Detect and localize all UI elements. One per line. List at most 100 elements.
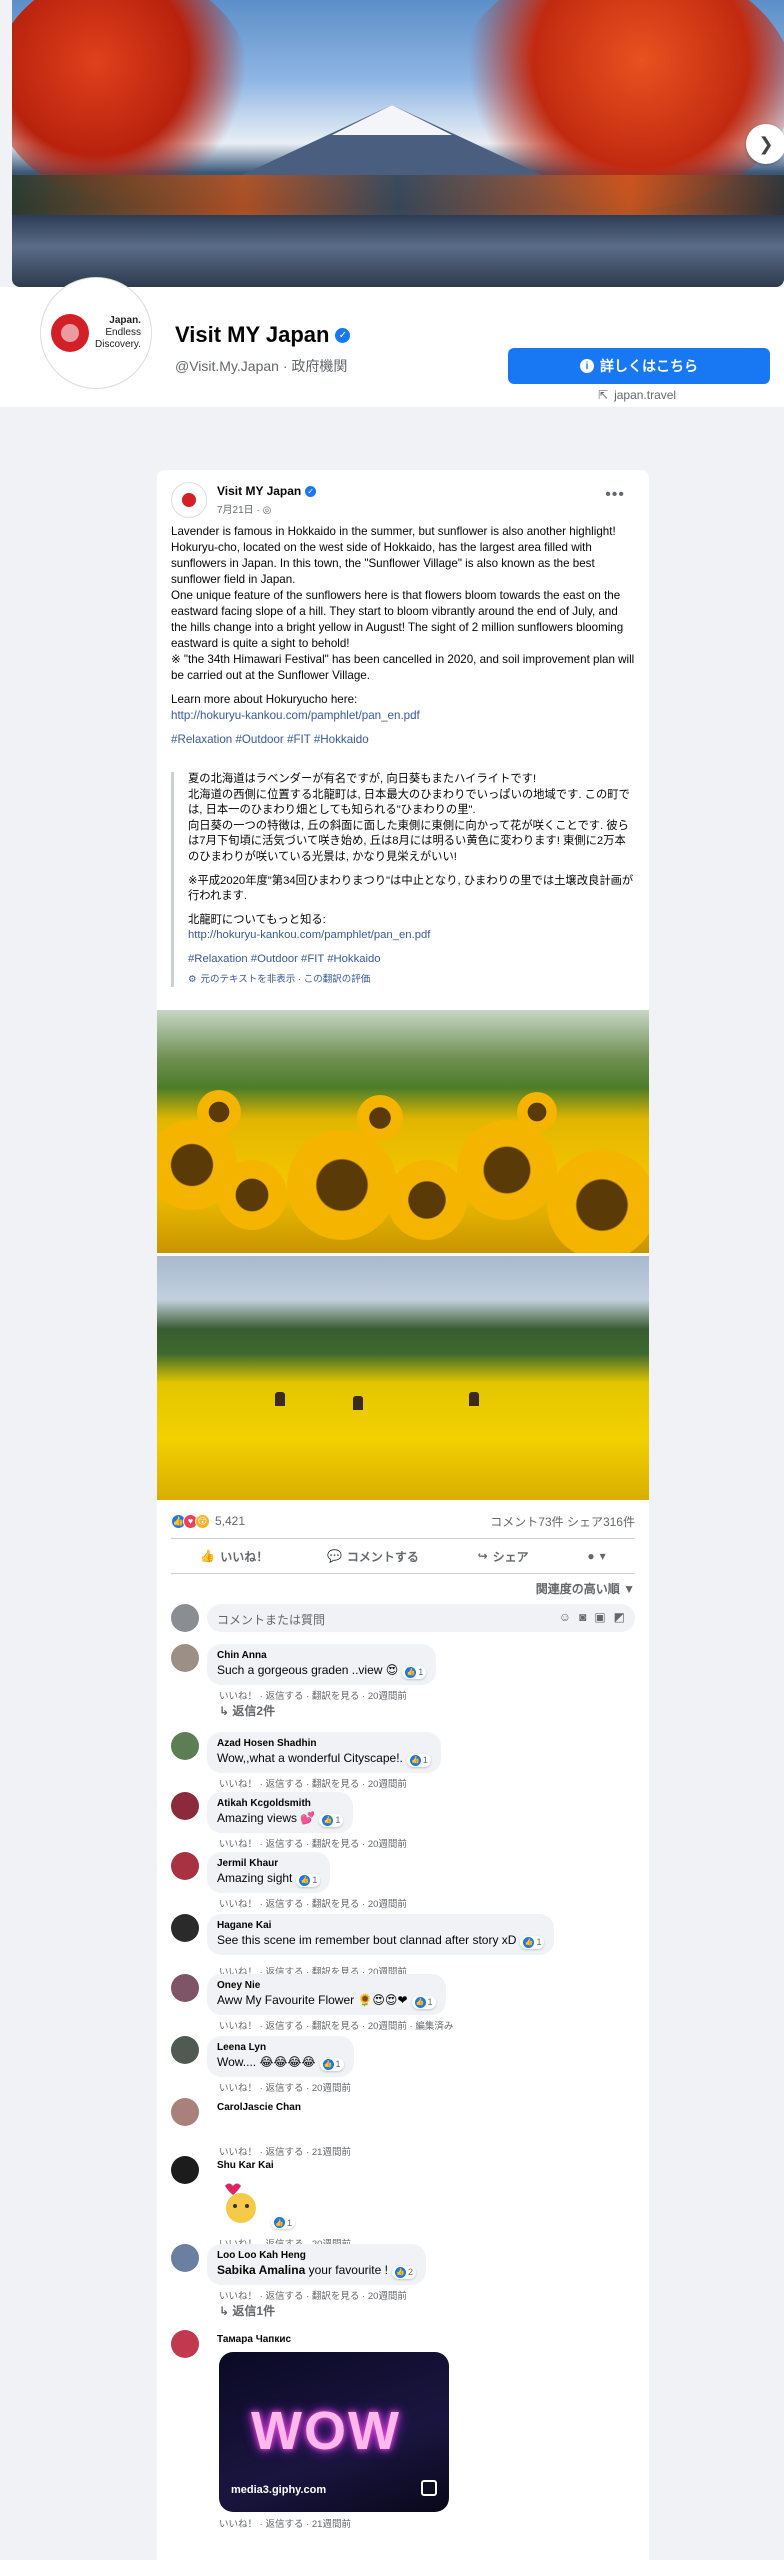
website-text: japan.travel — [614, 388, 677, 402]
commenter-name[interactable]: CarolJascie Chan — [217, 2102, 301, 2113]
like-icon: 👍 — [523, 1936, 535, 1948]
info-icon: i — [580, 359, 594, 373]
share-button[interactable]: ↪ シェア — [478, 1548, 529, 1565]
commenter-avatar[interactable] — [171, 1644, 199, 1672]
sunflower-photo-1[interactable] — [157, 1010, 649, 1253]
commenter-name[interactable]: Hagane Kai — [217, 1920, 544, 1931]
cover-next-button[interactable]: ❯ — [746, 124, 784, 164]
view-replies-link[interactable]: ↳ 返信1件 — [219, 2302, 275, 2319]
commenter-avatar[interactable] — [171, 2156, 199, 2184]
comment-reactions[interactable]: 👍 1 — [319, 2057, 344, 2071]
commenter-name[interactable]: Тамара Чапкис — [217, 2334, 291, 2345]
open-external-icon[interactable] — [421, 2480, 437, 2496]
comment-bubble: Atikah Kcgoldsmith Amazing views 💕 👍 1 — [207, 1792, 354, 1833]
comment-reactions[interactable]: 👍 2 — [391, 2265, 416, 2279]
comment-reactions[interactable]: 👍 1 — [319, 1813, 344, 1827]
logo-line-1: Japan. — [109, 315, 141, 326]
learn-more-button[interactable]: i 詳しくはこちら — [508, 348, 770, 384]
commenter-avatar[interactable] — [171, 1974, 199, 2002]
comment-reactions[interactable]: 👍 1 — [402, 1665, 427, 1679]
comment-bubble: Shu Kar Kai — [207, 2156, 284, 2177]
share-label: シェア — [492, 1549, 529, 1564]
commenter-name[interactable]: Azad Hosen Shadhin — [217, 1738, 431, 1749]
post-actions: 👍 いいね！ 💬 コメントする ↪ シェア ● ▾ — [171, 1538, 635, 1574]
website-link[interactable]: ⇱ japan.travel — [598, 388, 676, 402]
like-icon: 👍 — [322, 1814, 334, 1826]
commenter-avatar[interactable] — [171, 2098, 199, 2126]
commenter-name[interactable]: Oney Nie — [217, 1980, 436, 1991]
commenter-name[interactable]: Atikah Kcgoldsmith — [217, 1798, 343, 1809]
cover-photo[interactable] — [12, 0, 784, 287]
logo-line-3: Discovery. — [95, 339, 141, 350]
logo-line-2: Endless — [105, 327, 141, 338]
commenter-name[interactable]: Shu Kar Kai — [217, 2160, 274, 2171]
comment-actions[interactable]: いいね！ · 返信する · 20週間前 — [219, 2080, 351, 2094]
comment-reactions[interactable]: 👍 1 — [406, 1753, 431, 1767]
page-title: Visit MY Japan ✓ — [175, 322, 351, 348]
commenter-avatar[interactable] — [171, 1792, 199, 1820]
comment-reactions[interactable]: 👍 1 — [271, 2216, 296, 2229]
gif-attachment[interactable]: WOW media3.giphy.com — [219, 2352, 449, 2512]
hashtags[interactable]: #Relaxation #Outdoor #FIT #Hokkaido — [171, 732, 635, 748]
comment-reactions[interactable]: 👍 1 — [296, 1873, 321, 1887]
commenter-avatar[interactable] — [171, 2244, 199, 2272]
heart-bear-sticker[interactable] — [219, 2180, 265, 2226]
reaction-summary[interactable]: 👍 ♥ 😮 5,421 — [171, 1513, 246, 1529]
comment-actions[interactable]: いいね！ · 返信する · 翻訳を見る · 20週間前 — [219, 1776, 407, 1790]
commenter-name[interactable]: Leena Lyn — [217, 2042, 344, 2053]
logo-text: Japan. Endless Discovery. — [95, 315, 141, 351]
tagged-user[interactable]: Sabika Amalina — [217, 2263, 305, 2277]
comment-bubble: Тамара Чапкис — [207, 2330, 301, 2351]
verified-badge-icon: ✓ — [305, 485, 317, 497]
post-date[interactable]: 7月21日 · ◎ — [217, 501, 271, 516]
comment-actions[interactable]: いいね！ · 返信する · 翻訳を見る · 20週間前 · 編集済み — [219, 2018, 453, 2032]
commenter-avatar[interactable] — [171, 1852, 199, 1880]
commenter-name[interactable]: Loo Loo Kah Heng — [217, 2250, 416, 2261]
sticker-icon[interactable]: ◩ — [614, 1610, 625, 1624]
sticker-icon — [225, 2183, 256, 2223]
comment-actions[interactable]: いいね！ · 返信する · 翻訳を見る · 20週間前 — [219, 2288, 407, 2302]
commenter-name[interactable]: Chin Anna — [217, 1650, 426, 1661]
comment-reactions[interactable]: 👍 1 — [411, 1995, 436, 2009]
post-url-link[interactable]: http://hokuryu-kankou.com/pamphlet/pan_e… — [171, 708, 635, 724]
comment-input[interactable]: コメントまたは質問 ☺ ◙ ▣ ◩ — [207, 1604, 635, 1632]
commenter-avatar[interactable] — [171, 1914, 199, 1942]
comment-reactions[interactable]: 👍 1 — [520, 1935, 545, 1949]
post-paragraph: Hokuryu-cho, located on the west side of… — [171, 541, 595, 586]
post-paragraph: Lavender is famous in Hokkaido in the su… — [171, 525, 616, 538]
comment-bubble: Hagane Kai See this scene im remember bo… — [207, 1914, 555, 1955]
page-avatar[interactable]: Japan. Endless Discovery. — [40, 277, 152, 389]
comment-bubble: Jermil Khaur Amazing sight 👍 1 — [207, 1852, 331, 1893]
commenter-avatar[interactable] — [171, 1732, 199, 1760]
more-options-icon[interactable]: ••• — [605, 486, 625, 504]
translation-hashtags[interactable]: #Relaxation #Outdoor #FIT #Hokkaido — [188, 952, 635, 968]
translation-url-link[interactable]: http://hokuryu-kankou.com/pamphlet/pan_e… — [188, 928, 635, 944]
comment-actions[interactable]: いいね！ · 返信する · 翻訳を見る · 20週間前 — [219, 1836, 407, 1850]
hide-original-toggle[interactable]: ⚙ 元のテキストを非表示 · この翻訳の評価 — [188, 972, 635, 988]
comment-actions[interactable]: いいね！ · 返信する · 翻訳を見る · 20週間前 — [219, 1896, 407, 1910]
comment-placeholder: コメントまたは質問 — [217, 1613, 326, 1627]
audience-selector[interactable]: ● ▾ — [587, 1549, 605, 1563]
gif-icon[interactable]: ▣ — [594, 1610, 605, 1624]
sunflower-photo-2[interactable] — [157, 1256, 649, 1500]
view-replies-link[interactable]: ↳ 返信2件 — [219, 1702, 275, 1719]
comment-bubble: Chin Anna Such a gorgeous graden ..view … — [207, 1644, 437, 1685]
like-icon: 👍 — [322, 2058, 334, 2070]
comment-actions[interactable]: いいね！ · 返信する · 21週間前 — [219, 2516, 351, 2530]
comment-sort-dropdown[interactable]: 関連度の高い順 ▼ — [536, 1580, 635, 1597]
comment-text: Such a gorgeous graden ..view 😍 — [217, 1663, 399, 1677]
emoji-icon[interactable]: ☺ — [559, 1610, 571, 1624]
comments-shares-count[interactable]: コメント73件 シェア316件 — [490, 1513, 635, 1530]
post-author[interactable]: Visit MY Japan ✓ — [217, 484, 317, 498]
reaction-count: 5,421 — [215, 1514, 246, 1528]
commenter-name[interactable]: Jermil Khaur — [217, 1858, 320, 1869]
comment-button[interactable]: 💬 コメントする — [327, 1548, 419, 1565]
cover-lake-shore — [12, 175, 784, 215]
commenter-avatar[interactable] — [171, 2330, 199, 2358]
comment-actions[interactable]: いいね！ · 返信する · 翻訳を見る · 20週間前 — [219, 1688, 407, 1702]
commenter-avatar[interactable] — [171, 2036, 199, 2064]
like-button[interactable]: 👍 いいね！ — [200, 1548, 268, 1565]
post-date-text: 7月21日 · — [217, 505, 263, 516]
camera-icon[interactable]: ◙ — [579, 1610, 586, 1624]
post-avatar[interactable] — [171, 482, 207, 518]
